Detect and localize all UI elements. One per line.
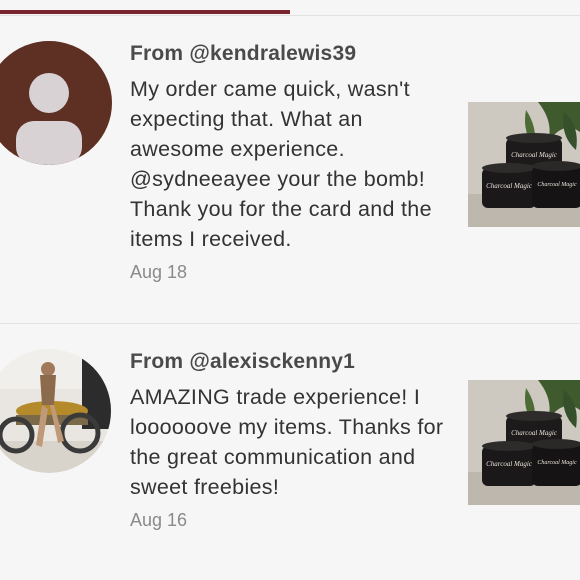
user-photo-avatar[interactable] xyxy=(0,349,112,473)
review-text: My order came quick, wasn't expecting th… xyxy=(130,77,432,251)
product-label: Charcoal Magic xyxy=(486,460,533,468)
review-item: From @alexisckenny1 AMAZING trade experi… xyxy=(0,324,580,571)
reviewer-username[interactable]: From @kendralewis39 xyxy=(130,42,356,66)
product-label: Charcoal Magic xyxy=(511,429,558,437)
product-label: Charcoal Magic xyxy=(486,182,533,190)
default-user-avatar-icon[interactable] xyxy=(0,41,112,165)
tab-bar xyxy=(0,0,580,16)
review-date: Aug 16 xyxy=(130,510,188,530)
active-tab-indicator xyxy=(0,10,290,14)
product-label: Charcoal Magic xyxy=(537,460,577,466)
product-label: Charcoal Magic xyxy=(537,182,577,188)
product-label: Charcoal Magic xyxy=(511,151,558,159)
reviewer-username[interactable]: From @alexisckenny1 xyxy=(130,350,355,374)
product-thumbnail[interactable]: Charcoal Magic Charcoal Magic Charcoal M… xyxy=(468,102,580,227)
product-thumbnail[interactable]: Charcoal Magic Charcoal Magic Charcoal M… xyxy=(468,380,580,505)
review-text: AMAZING trade experience! I loooooove my… xyxy=(130,385,444,499)
review-item: From @kendralewis39 My order came quick,… xyxy=(0,16,580,324)
review-date: Aug 18 xyxy=(130,262,188,282)
list-bottom-edge xyxy=(0,570,580,580)
